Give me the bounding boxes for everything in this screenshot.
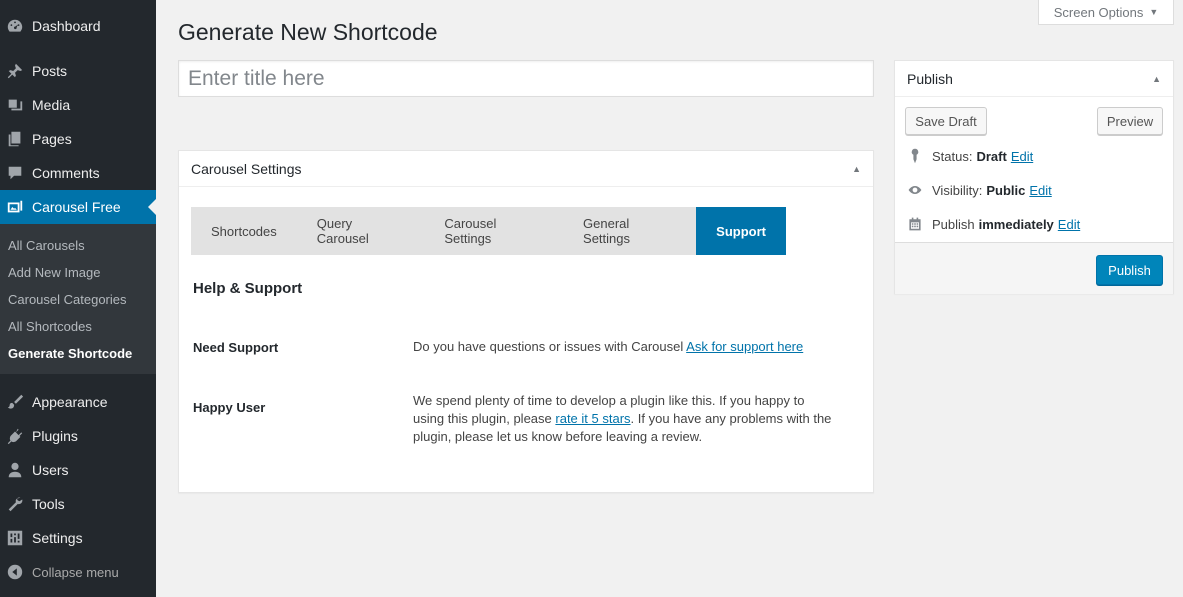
settings-icon <box>5 528 25 548</box>
menu-posts-label: Posts <box>32 63 68 79</box>
status-label: Status: <box>932 148 973 164</box>
status-row: Status: Draft Edit <box>906 148 1033 164</box>
carousel-submenu: All Carousels Add New Image Carousel Cat… <box>0 224 156 374</box>
calendar-icon <box>906 216 924 232</box>
user-icon <box>5 460 25 480</box>
need-support-text: Do you have questions or issues with Car… <box>413 338 833 356</box>
menu-tools[interactable]: Tools <box>0 487 156 521</box>
submenu-carousel-categories[interactable]: Carousel Categories <box>8 292 127 307</box>
pin-icon <box>5 61 25 81</box>
submenu-all-shortcodes[interactable]: All Shortcodes <box>8 319 92 334</box>
brush-icon <box>5 392 25 412</box>
schedule-row: Publish immediately Edit <box>906 216 1080 232</box>
wrench-icon <box>5 494 25 514</box>
carousel-settings-header[interactable]: Carousel Settings ▲ <box>179 151 873 187</box>
caret-down-icon: ▼ <box>1149 7 1159 17</box>
schedule-edit-link[interactable]: Edit <box>1058 217 1080 232</box>
collapse-icon <box>5 562 25 582</box>
toggle-up-icon[interactable]: ▲ <box>1152 74 1161 84</box>
visibility-label: Visibility: <box>932 182 983 198</box>
menu-dashboard[interactable]: Dashboard <box>0 9 156 43</box>
happy-user-label: Happy User <box>193 400 266 415</box>
menu-posts[interactable]: Posts <box>0 54 156 88</box>
submenu-add-new-image[interactable]: Add New Image <box>8 265 101 280</box>
page-title: Generate New Shortcode <box>178 19 438 45</box>
tab-carousel-settings[interactable]: Carousel Settings <box>424 207 563 255</box>
rate-stars-link[interactable]: rate it 5 stars <box>555 411 630 426</box>
menu-pages[interactable]: Pages <box>0 122 156 156</box>
save-draft-button[interactable]: Save Draft <box>905 107 987 135</box>
menu-carousel-free[interactable]: Carousel Free <box>0 190 156 224</box>
visibility-edit-link[interactable]: Edit <box>1029 183 1051 198</box>
tab-shortcodes[interactable]: Shortcodes <box>191 207 297 255</box>
preview-button[interactable]: Preview <box>1097 107 1163 135</box>
tab-general-settings[interactable]: General Settings <box>563 207 696 255</box>
media-icon <box>5 95 25 115</box>
menu-plugins-label: Plugins <box>32 428 78 444</box>
collapse-menu[interactable]: Collapse menu <box>0 555 156 589</box>
status-value: Draft <box>976 148 1007 164</box>
toggle-up-icon[interactable]: ▲ <box>852 164 861 174</box>
menu-users[interactable]: Users <box>0 453 156 487</box>
publish-actions: Publish <box>895 242 1173 294</box>
status-edit-link[interactable]: Edit <box>1011 149 1033 164</box>
visibility-row: Visibility: Public Edit <box>906 182 1052 198</box>
admin-sidebar: Dashboard Posts Media Pages Comments Car… <box>0 0 156 597</box>
submenu-all-carousels[interactable]: All Carousels <box>8 238 85 253</box>
menu-pages-label: Pages <box>32 131 72 147</box>
comment-icon <box>5 163 25 183</box>
pin-icon <box>906 148 924 164</box>
collapse-menu-label: Collapse menu <box>32 564 119 580</box>
menu-settings[interactable]: Settings <box>0 521 156 555</box>
menu-tools-label: Tools <box>32 496 65 512</box>
ask-support-link[interactable]: Ask for support here <box>686 339 803 354</box>
submenu-generate-shortcode[interactable]: Generate Shortcode <box>8 346 132 361</box>
menu-users-label: Users <box>32 462 69 478</box>
publish-header[interactable]: Publish ▲ <box>895 61 1173 97</box>
menu-comments[interactable]: Comments <box>0 156 156 190</box>
menu-carousel-free-label: Carousel Free <box>32 199 121 215</box>
schedule-label: Publish <box>932 216 975 232</box>
publish-box: Publish ▲ Save Draft Preview Status: Dra… <box>894 60 1174 294</box>
menu-media[interactable]: Media <box>0 88 156 122</box>
screen-options-label: Screen Options <box>1053 4 1144 20</box>
menu-settings-label: Settings <box>32 530 83 546</box>
menu-plugins[interactable]: Plugins <box>0 419 156 453</box>
help-support-heading: Help & Support <box>193 280 303 297</box>
schedule-value: immediately <box>978 216 1054 232</box>
pages-icon <box>5 129 25 149</box>
plugin-icon <box>5 426 25 446</box>
settings-tabs: Shortcodes Query Carousel Carousel Setti… <box>191 207 786 255</box>
need-support-description: Do you have questions or issues with Car… <box>413 339 684 354</box>
menu-comments-label: Comments <box>32 165 100 181</box>
carousel-settings-box: Carousel Settings ▲ Shortcodes Query Car… <box>178 150 874 493</box>
menu-dashboard-label: Dashboard <box>32 18 101 34</box>
tab-query-carousel[interactable]: Query Carousel <box>297 207 425 255</box>
title-input[interactable] <box>178 60 874 97</box>
screen-options-button[interactable]: Screen Options ▼ <box>1038 0 1174 25</box>
visibility-value: Public <box>986 182 1026 198</box>
dashboard-icon <box>5 16 25 36</box>
tab-support[interactable]: Support <box>696 207 786 255</box>
images-icon <box>5 197 25 217</box>
menu-appearance-label: Appearance <box>32 394 108 410</box>
publish-box-title: Publish <box>907 70 953 87</box>
publish-button[interactable]: Publish <box>1096 255 1163 285</box>
happy-user-text: We spend plenty of time to develop a plu… <box>413 392 833 446</box>
menu-media-label: Media <box>32 97 71 113</box>
need-support-label: Need Support <box>193 340 279 355</box>
menu-appearance[interactable]: Appearance <box>0 385 156 419</box>
carousel-settings-title: Carousel Settings <box>191 160 302 177</box>
eye-icon <box>906 182 924 198</box>
